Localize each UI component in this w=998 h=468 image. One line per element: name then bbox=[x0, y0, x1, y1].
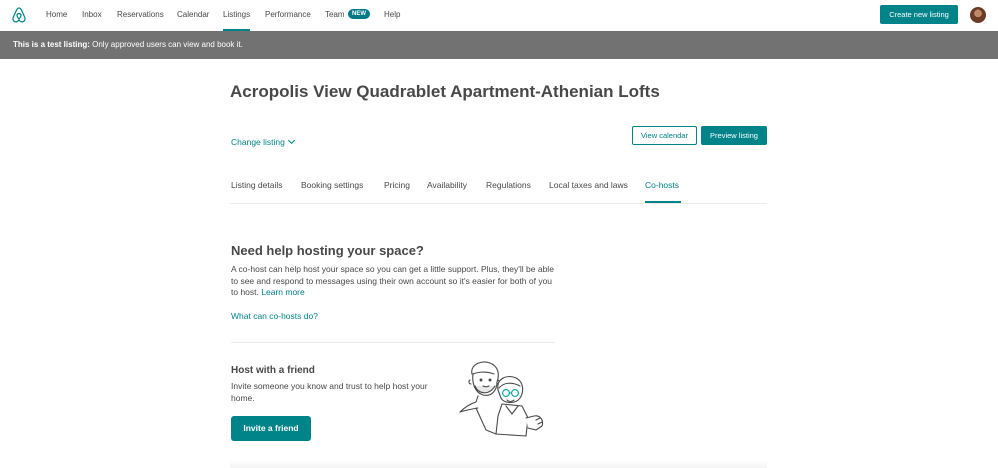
airbnb-logo-icon[interactable] bbox=[11, 6, 27, 24]
nav-reservations[interactable]: Reservations bbox=[117, 10, 164, 19]
nav-performance[interactable]: Performance bbox=[265, 10, 311, 19]
chevron-down-icon bbox=[287, 136, 295, 145]
tab-booking-settings[interactable]: Booking settings bbox=[301, 180, 363, 190]
listing-title: Acropolis View Quadrablet Apartment-Athe… bbox=[230, 82, 660, 101]
tab-listing-details[interactable]: Listing details bbox=[231, 180, 283, 190]
banner-bold-text: This is a test listing: bbox=[13, 40, 90, 49]
tab-regulations[interactable]: Regulations bbox=[486, 180, 531, 190]
host-with-friend-text: Invite someone you know and trust to hel… bbox=[231, 381, 428, 403]
nav-inbox[interactable]: Inbox bbox=[82, 10, 102, 19]
tab-co-hosts[interactable]: Co-hosts bbox=[645, 180, 679, 190]
nav-team[interactable]: Team bbox=[325, 10, 345, 19]
create-new-listing-button[interactable]: Create new listing bbox=[880, 5, 958, 24]
tab-local-taxes[interactable]: Local taxes and laws bbox=[549, 180, 628, 190]
nav-home[interactable]: Home bbox=[46, 10, 67, 19]
top-navigation: Home Inbox Reservations Calendar Listing… bbox=[0, 0, 998, 31]
test-listing-banner: This is a test listing: Only approved us… bbox=[0, 31, 998, 59]
change-listing-label: Change listing bbox=[231, 137, 285, 147]
user-avatar[interactable] bbox=[970, 7, 986, 23]
invite-a-friend-button[interactable]: Invite a friend bbox=[231, 416, 311, 441]
nav-calendar[interactable]: Calendar bbox=[177, 10, 209, 19]
view-calendar-button[interactable]: View calendar bbox=[632, 126, 697, 145]
what-can-cohosts-do-link[interactable]: What can co-hosts do? bbox=[231, 311, 318, 321]
preview-listing-button[interactable]: Preview listing bbox=[701, 126, 767, 145]
learn-more-link[interactable]: Learn more bbox=[261, 287, 304, 297]
cohosts-illustration bbox=[459, 361, 544, 437]
new-badge: NEW bbox=[348, 9, 370, 19]
nav-listings[interactable]: Listings bbox=[223, 10, 250, 19]
change-listing-dropdown[interactable]: Change listing bbox=[231, 136, 295, 147]
host-with-friend-heading: Host with a friend bbox=[231, 365, 315, 376]
banner-text: Only approved users can view and book it… bbox=[89, 40, 243, 49]
tab-availability[interactable]: Availability bbox=[427, 180, 467, 190]
cohosts-heading: Need help hosting your space? bbox=[231, 243, 424, 258]
nav-help[interactable]: Help bbox=[384, 10, 400, 19]
bottom-card-edge bbox=[230, 460, 767, 468]
section-divider bbox=[231, 342, 555, 343]
tab-pricing[interactable]: Pricing bbox=[384, 180, 410, 190]
tabs-divider bbox=[230, 203, 767, 204]
cohosts-description: A co-host can help host your space so yo… bbox=[231, 264, 561, 299]
